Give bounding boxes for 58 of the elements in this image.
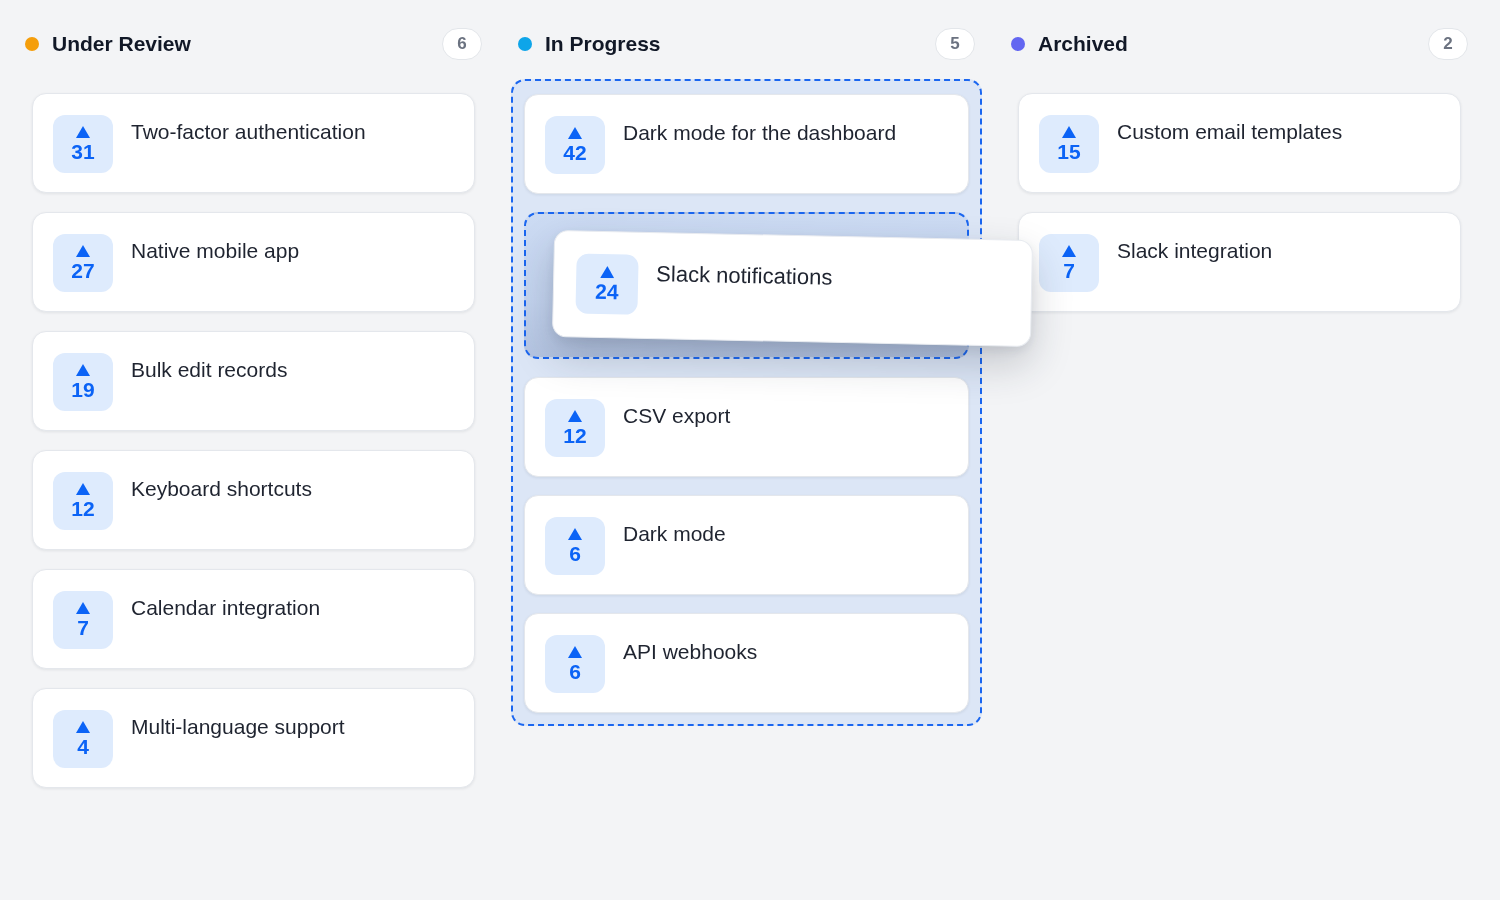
count-badge: 2 [1428,28,1468,60]
up-triangle-icon [76,125,90,138]
up-triangle-icon [1062,125,1076,138]
idea-card[interactable]: 42 Dark mode for the dashboard [524,94,969,194]
column-title: In Progress [545,32,661,56]
count-badge: 5 [935,28,975,60]
card-title: Multi-language support [131,714,345,740]
up-triangle-icon [600,265,615,278]
column-title: Archived [1038,32,1128,56]
upvote-button[interactable]: 12 [53,472,113,530]
idea-card[interactable]: 7 Slack integration [1018,212,1461,312]
card-title: Slack integration [1117,238,1273,264]
up-triangle-icon [568,126,582,139]
card-title: Dark mode [623,521,726,547]
upvote-button[interactable]: 27 [53,234,113,292]
idea-card[interactable]: 12 CSV export [524,377,969,477]
upvote-button[interactable]: 15 [1039,115,1099,173]
card-title: Calendar integration [131,595,321,621]
upvote-button[interactable]: 4 [53,710,113,768]
up-triangle-icon [76,720,90,733]
card-title: Slack notifications [656,261,833,291]
idea-card[interactable]: 27 Native mobile app [32,212,475,312]
card-title: Dark mode for the dashboard [623,120,897,146]
card-title: Native mobile app [131,238,300,264]
upvote-button[interactable]: 42 [545,116,605,174]
card-title: Keyboard shortcuts [131,476,312,502]
up-triangle-icon [568,645,582,658]
upvote-button[interactable]: 19 [53,353,113,411]
idea-card[interactable]: 15 Custom email templates [1018,93,1461,193]
card-title: CSV export [623,403,731,429]
idea-card[interactable]: 12 Keyboard shortcuts [32,450,475,550]
upvote-button[interactable]: 6 [545,517,605,575]
idea-card[interactable]: 19 Bulk edit records [32,331,475,431]
up-triangle-icon [568,527,582,540]
up-triangle-icon [568,409,582,422]
count-badge: 6 [442,28,482,60]
idea-card[interactable]: 4 Multi-language support [32,688,475,788]
up-triangle-icon [76,363,90,376]
up-triangle-icon [76,482,90,495]
upvote-button[interactable]: 31 [53,115,113,173]
up-triangle-icon [76,601,90,614]
upvote-button[interactable]: 12 [545,399,605,457]
up-triangle-icon [1062,244,1076,257]
card-title: Custom email templates [1117,119,1343,145]
up-triangle-icon [76,244,90,257]
idea-card[interactable]: 6 API webhooks [524,613,969,713]
column-title: Under Review [52,32,191,56]
upvote-button[interactable]: 24 [575,253,639,315]
idea-card[interactable]: 6 Dark mode [524,495,969,595]
card-title: Two-factor authentication [131,119,366,145]
card-title: API webhooks [623,639,758,665]
card-title: Bulk edit records [131,357,288,383]
upvote-button[interactable]: 7 [53,591,113,649]
upvote-button[interactable]: 7 [1039,234,1099,292]
idea-card[interactable]: 31 Two-factor authentication [32,93,475,193]
idea-card[interactable]: 7 Calendar integration [32,569,475,669]
dragged-card[interactable]: 24 Slack notifications [551,230,1034,347]
upvote-button[interactable]: 6 [545,635,605,693]
